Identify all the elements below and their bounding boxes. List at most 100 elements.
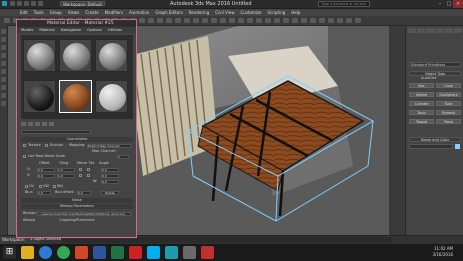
u-offset-field[interactable]: 0.0 (37, 168, 55, 172)
sample-slot[interactable] (23, 39, 56, 72)
create-geosphere-button[interactable]: GeoSphere (436, 92, 461, 97)
menu-item-edit[interactable]: Edit (20, 9, 28, 16)
toolbar-button[interactable] (301, 18, 307, 23)
side-tool-button[interactable] (1, 69, 6, 74)
side-tool-button[interactable] (1, 101, 6, 106)
u-tiling-field[interactable]: 1.0 (57, 168, 75, 172)
v-tiling-field[interactable]: 1.0 (57, 174, 75, 178)
material-menu-modes[interactable]: Modes (21, 27, 33, 33)
file-explorer-icon[interactable] (21, 246, 34, 259)
toolbar-button[interactable] (166, 18, 172, 23)
toolbar-button[interactable] (148, 18, 154, 23)
menu-item-animation[interactable]: Animation (129, 9, 149, 16)
skype-icon[interactable] (147, 246, 160, 259)
toolbar-button[interactable] (337, 18, 343, 23)
side-tool-button[interactable] (1, 53, 6, 58)
v-angle-field[interactable]: 0.0 (101, 174, 119, 178)
material-menu-options[interactable]: Options (87, 27, 102, 33)
toolbar-button[interactable] (184, 18, 190, 23)
bitmap-path-button[interactable]: ...\user\sources\3ds max\Textures\Wood\t… (37, 212, 131, 216)
object-name-field[interactable] (409, 144, 453, 149)
create-cone-button[interactable]: Cone (436, 83, 461, 88)
open-file-icon[interactable] (17, 1, 22, 6)
v-mirror-checkbox[interactable] (79, 174, 82, 177)
start-icon[interactable]: ⊞ (3, 246, 16, 259)
toolbar-button[interactable] (247, 18, 253, 23)
sample-slot-active[interactable] (59, 80, 92, 113)
noise-rollout[interactable]: Noise (21, 198, 133, 203)
menu-item-modifiers[interactable]: Modifiers (105, 9, 123, 16)
blur-field[interactable]: 1.0 (37, 191, 51, 195)
name-color-rollout[interactable]: Name and Color (409, 137, 461, 142)
toolbar-button[interactable] (211, 18, 217, 23)
close-button[interactable]: × (453, 0, 463, 8)
chrome-icon[interactable] (57, 246, 70, 259)
object-color-swatch[interactable] (455, 144, 460, 149)
menu-item-tools[interactable]: Tools (34, 9, 44, 16)
side-tool-button[interactable] (1, 61, 6, 66)
menu-item-rendering[interactable]: Rendering (189, 9, 209, 16)
menu-item-views[interactable]: Views (68, 9, 80, 16)
primitive-type-dropdown[interactable]: Standard Primitives (409, 62, 461, 67)
toolbar-button[interactable] (139, 18, 145, 23)
put-material-icon[interactable] (28, 122, 33, 126)
bitmap-params-rollout[interactable]: Bitmap Parameters (21, 204, 133, 209)
sample-slot[interactable] (95, 39, 128, 72)
app-icon[interactable] (183, 246, 196, 259)
system-clock[interactable]: 11:02 AM 3/16/2016 (432, 246, 453, 258)
toolbar-button[interactable] (274, 18, 280, 23)
side-tool-button[interactable] (1, 93, 6, 98)
assign-material-icon[interactable] (35, 122, 40, 126)
create-teapot-button[interactable]: Teapot (409, 119, 434, 124)
menu-item-civil-view[interactable]: Civil View (215, 9, 234, 16)
toolbar-button[interactable] (292, 18, 298, 23)
workspace-dropdown[interactable]: Workspace: Default (60, 1, 105, 7)
toolbar-button[interactable] (193, 18, 199, 23)
create-pyramid-button[interactable]: Pyramid (436, 110, 461, 115)
toolbar-button[interactable] (256, 18, 262, 23)
toolbar-button[interactable] (157, 18, 163, 23)
menu-item-create[interactable]: Create (85, 9, 98, 16)
toolbar-button[interactable] (265, 18, 271, 23)
menu-item-graph-editors[interactable]: Graph Editors (155, 9, 182, 16)
menu-item-customize[interactable]: Customize (241, 9, 262, 16)
toolbar-button[interactable] (328, 18, 334, 23)
vw-radio[interactable] (39, 185, 42, 188)
real-world-checkbox[interactable] (23, 155, 26, 158)
app-logo-icon[interactable] (2, 1, 7, 6)
toolbar-button[interactable] (202, 18, 208, 23)
word-icon[interactable] (93, 246, 106, 259)
create-torus-button[interactable]: Torus (409, 110, 434, 115)
toolbar-button[interactable] (238, 18, 244, 23)
v-tile-checkbox[interactable] (87, 174, 90, 177)
side-tool-button[interactable] (1, 85, 6, 90)
reset-map-icon[interactable] (42, 122, 47, 126)
toolbar-button[interactable] (283, 18, 289, 23)
material-editor-titlebar[interactable]: Material Editor - Material #25 (17, 20, 136, 27)
undo-icon[interactable] (31, 1, 36, 6)
u-mirror-checkbox[interactable] (79, 168, 82, 171)
uv-radio[interactable] (25, 185, 28, 188)
material-editor-window[interactable]: Material Editor - Material #25 Modes Mate… (16, 19, 137, 238)
3dsmax-icon[interactable] (165, 246, 178, 259)
sample-slot[interactable] (23, 80, 56, 113)
toolbar-button[interactable] (220, 18, 226, 23)
command-panel-tabs[interactable] (408, 28, 463, 34)
material-menu-utilities[interactable]: Utilities (108, 27, 122, 33)
autogrid-checkbox[interactable]: AutoGrid (421, 76, 461, 81)
excel-icon[interactable] (111, 246, 124, 259)
toolbar-button[interactable] (310, 18, 316, 23)
menu-item-help[interactable]: Help (291, 9, 300, 16)
toolbar-button[interactable] (175, 18, 181, 23)
toolbar-button[interactable] (4, 18, 10, 23)
sample-slot[interactable] (59, 39, 92, 72)
create-cylinder-button[interactable]: Cylinder (409, 101, 434, 106)
new-file-icon[interactable] (10, 1, 15, 6)
material-name-field[interactable] (21, 130, 91, 134)
blur-offset-field[interactable]: 0.0 (77, 191, 91, 195)
toolbar-button[interactable] (346, 18, 352, 23)
mapping-dropdown[interactable]: Explicit Map Channel (87, 144, 131, 148)
side-tool-button[interactable] (1, 45, 6, 50)
create-box-button[interactable]: Box (409, 83, 434, 88)
redo-icon[interactable] (38, 1, 43, 6)
